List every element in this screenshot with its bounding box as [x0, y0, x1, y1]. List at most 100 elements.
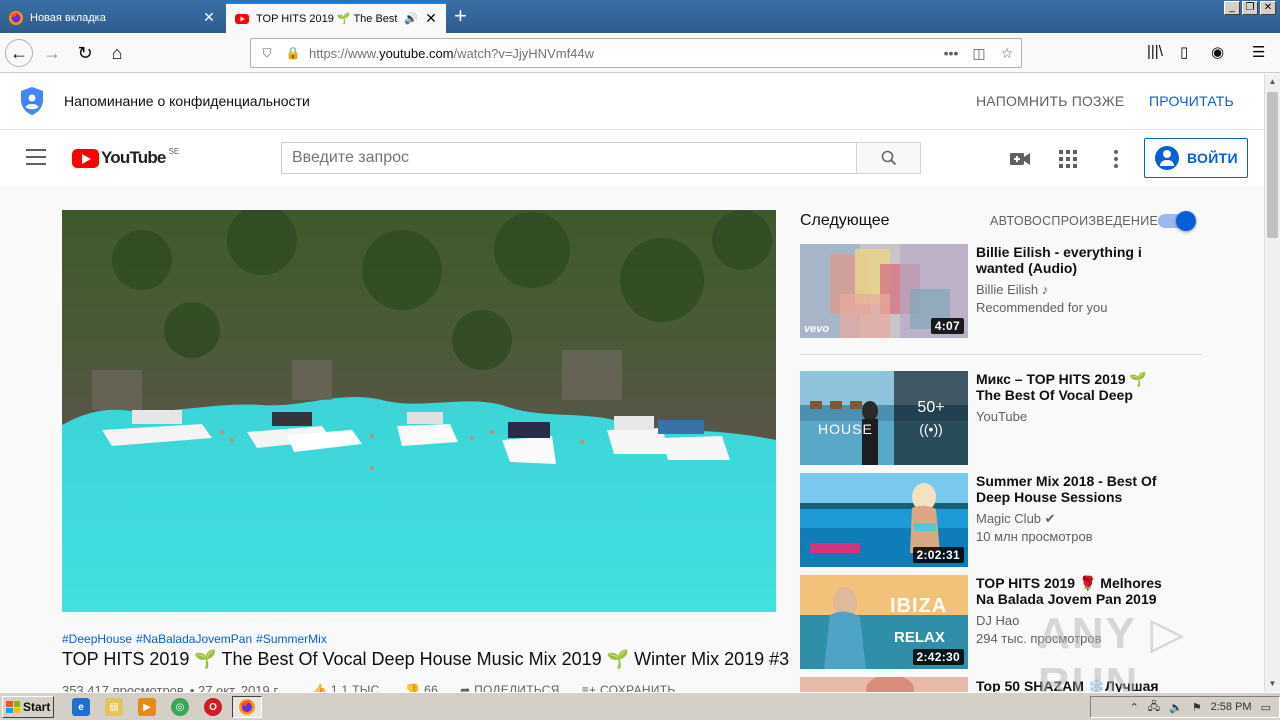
- tray-expand-icon[interactable]: ⌃: [1130, 701, 1139, 714]
- browser-nav-bar: ← → ↻ ⌂ ⛉ 🔒 https://www.youtube.com/watc…: [0, 33, 1280, 73]
- recommended-title[interactable]: Микс – TOP HITS 2019 🌱 The Best Of Vocal…: [976, 371, 1172, 403]
- user-avatar-icon: [1155, 146, 1179, 170]
- clock[interactable]: 2:58 PM: [1211, 701, 1252, 713]
- video-player[interactable]: [62, 210, 776, 612]
- sidebar-icon[interactable]: ▯: [1180, 43, 1188, 61]
- video-frame-image: [62, 210, 776, 612]
- url-text[interactable]: https://www.youtube.com/watch?v=JjyHNVmf…: [309, 46, 937, 61]
- start-button[interactable]: Start: [2, 696, 54, 718]
- hashtag-link[interactable]: #NaBaladaJovemPan: [136, 632, 252, 646]
- page-scrollbar[interactable]: ▲ ▼: [1264, 74, 1280, 692]
- tab-new-tab[interactable]: Новая вкладка ✕: [0, 2, 224, 33]
- youtube-favicon-icon: [235, 13, 249, 24]
- recommended-video[interactable]: 2:02:31 Summer Mix 2018 - Best Of Deep H…: [800, 473, 1205, 567]
- recommended-meta: Recommended for you: [976, 300, 1108, 315]
- thumb-text: RELAX: [894, 629, 945, 646]
- back-button[interactable]: ←: [5, 39, 33, 67]
- system-tray: ⌃ 🖧 🔈 ⚑ 2:58 PM ▭: [1090, 696, 1280, 718]
- video-thumbnail[interactable]: HOUSE 50+ ((•)): [800, 371, 968, 465]
- channel-name[interactable]: Magic Club ✔: [976, 511, 1056, 527]
- apps-grid-icon[interactable]: [1057, 148, 1079, 170]
- close-tab-icon[interactable]: ✕: [202, 9, 216, 26]
- mix-overlay: 50+ ((•)): [894, 371, 968, 465]
- restore-button[interactable]: ❐: [1242, 1, 1258, 15]
- new-tab-button[interactable]: +: [454, 5, 467, 27]
- video-thumbnail[interactable]: [800, 677, 968, 692]
- firefox-taskbar-button[interactable]: [232, 696, 262, 718]
- video-thumbnail[interactable]: 2:02:31: [800, 473, 968, 567]
- search-input[interactable]: [281, 142, 857, 174]
- privacy-shield-icon: [21, 87, 43, 115]
- url-bar[interactable]: ⛉ 🔒 https://www.youtube.com/watch?v=JjyH…: [250, 38, 1022, 68]
- scroll-up-arrow-icon[interactable]: ▲: [1265, 74, 1280, 90]
- search-icon: [881, 150, 896, 166]
- more-options-icon[interactable]: [1105, 148, 1127, 170]
- remind-later-button[interactable]: НАПОМНИТЬ ПОЗЖЕ: [976, 93, 1124, 109]
- mix-thumb-label: HOUSE: [818, 421, 873, 437]
- video-duration: 2:42:30: [912, 649, 964, 665]
- video-title: TOP HITS 2019 🌱 The Best Of Vocal Deep H…: [62, 649, 790, 669]
- create-video-icon[interactable]: [1009, 148, 1031, 170]
- file-explorer-icon[interactable]: ▤: [105, 698, 123, 716]
- scroll-down-arrow-icon[interactable]: ▼: [1265, 676, 1280, 692]
- reload-button[interactable]: ↻: [71, 39, 99, 67]
- hashtag-link[interactable]: #SummerMix: [256, 632, 327, 646]
- recommended-title[interactable]: Billie Eilish - everything i wanted (Aud…: [976, 244, 1172, 276]
- search-button[interactable]: [856, 142, 921, 174]
- page-actions-icon[interactable]: •••: [937, 45, 965, 61]
- autoplay-label: АВТОВОСПРОИЗВЕДЕНИЕ: [990, 214, 1159, 228]
- tab-title: TOP HITS 2019 🌱 The Best Of: [256, 13, 401, 25]
- opera-icon[interactable]: O: [204, 698, 222, 716]
- up-next-heading: Следующее: [800, 212, 890, 229]
- recommended-video[interactable]: vevo 4:07 Billie Eilish - everything i w…: [800, 244, 1205, 338]
- browser-tab-strip: Новая вкладка ✕ TOP HITS 2019 🌱 The Best…: [0, 0, 1280, 33]
- privacy-reminder-text: Напоминание о конфиденциальности: [64, 93, 310, 109]
- thumb-text: IBIZA: [890, 595, 948, 617]
- pocket-icon[interactable]: ◫: [965, 45, 993, 62]
- chrome-icon[interactable]: ◎: [171, 698, 189, 716]
- library-icon[interactable]: |||\: [1147, 43, 1163, 60]
- view-count: 10 млн просмотров: [976, 529, 1093, 544]
- lock-icon[interactable]: 🔒: [283, 46, 303, 60]
- hashtag-link[interactable]: #DeepHouse: [62, 632, 132, 646]
- action-center-flag-icon[interactable]: ⚑: [1192, 701, 1202, 714]
- network-icon[interactable]: 🖧: [1148, 698, 1160, 717]
- video-thumbnail[interactable]: vevo 4:07: [800, 244, 968, 338]
- firefox-icon: [9, 10, 23, 25]
- recommended-title[interactable]: Summer Mix 2018 - Best Of Deep House Ses…: [976, 473, 1172, 505]
- window-controls: _ ❐ ✕: [1224, 1, 1276, 15]
- scrollbar-thumb[interactable]: [1267, 92, 1278, 238]
- youtube-play-icon: [72, 148, 99, 168]
- youtube-masthead: YouTube SE ВОЙТИ: [0, 130, 1264, 186]
- guide-menu-icon[interactable]: [26, 149, 46, 165]
- read-button[interactable]: ПРОЧИТАТЬ: [1149, 93, 1234, 109]
- media-player-icon[interactable]: ▶: [138, 698, 156, 716]
- channel-name[interactable]: Billie Eilish ♪: [976, 282, 1048, 297]
- video-thumbnail[interactable]: IBIZA RELAX 2:42:30: [800, 575, 968, 669]
- speaker-icon[interactable]: 🔊: [404, 12, 418, 25]
- youtube-logo[interactable]: YouTube SE: [72, 147, 179, 168]
- home-button[interactable]: ⌂: [103, 39, 131, 67]
- tab-youtube[interactable]: TOP HITS 2019 🌱 The Best Of 🔊 ✕: [226, 2, 446, 33]
- internet-explorer-icon[interactable]: e: [72, 698, 90, 716]
- tracking-shield-icon[interactable]: ⛉: [257, 46, 277, 61]
- video-duration: 4:07: [930, 318, 964, 334]
- video-hashtags: #DeepHouse #NaBaladaJovemPan #SummerMix: [62, 632, 327, 646]
- channel-name[interactable]: DJ Hao: [976, 613, 1019, 628]
- hamburger-menu-icon[interactable]: ☰: [1252, 43, 1265, 61]
- autoplay-toggle[interactable]: [1158, 211, 1196, 231]
- forward-button[interactable]: →: [38, 39, 66, 67]
- bookmark-star-icon[interactable]: ☆: [993, 45, 1021, 62]
- recommended-mix[interactable]: HOUSE 50+ ((•)) Микс – TOP HITS 2019 🌱 T…: [800, 371, 1205, 465]
- show-desktop-icon[interactable]: ▭: [1261, 701, 1271, 714]
- account-icon[interactable]: ◉: [1211, 43, 1224, 61]
- close-tab-icon[interactable]: ✕: [424, 10, 438, 27]
- broadcast-icon: ((•)): [919, 421, 943, 437]
- close-window-button[interactable]: ✕: [1260, 1, 1276, 15]
- sign-in-button[interactable]: ВОЙТИ: [1144, 138, 1248, 178]
- volume-icon[interactable]: 🔈: [1169, 701, 1183, 714]
- channel-name[interactable]: YouTube: [976, 409, 1027, 424]
- recommended-title[interactable]: TOP HITS 2019 🌹 Melhores Na Balada Jovem…: [976, 575, 1172, 607]
- windows-logo-icon: [6, 701, 20, 713]
- minimize-button[interactable]: _: [1224, 1, 1240, 15]
